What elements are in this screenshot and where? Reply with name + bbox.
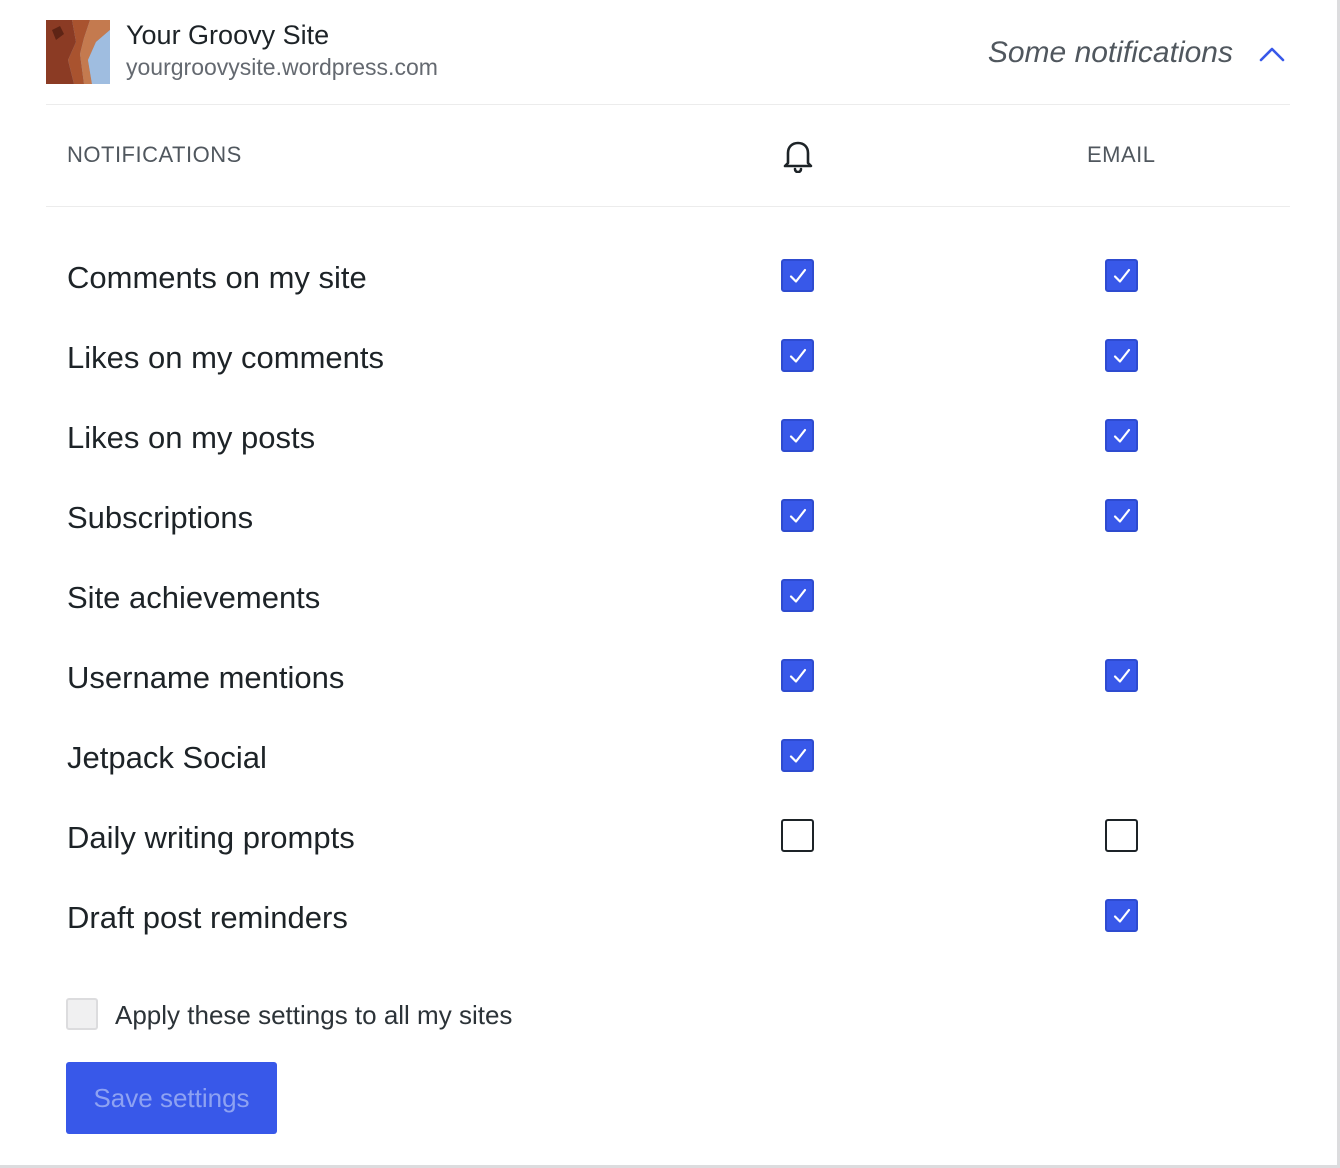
site-icon [46, 20, 110, 84]
email-checkbox[interactable] [1105, 819, 1138, 852]
site-name: Your Groovy Site [126, 20, 330, 50]
notification-row: Likes on my posts [0, 410, 1340, 470]
notification-row: Likes on my comments [0, 330, 1340, 390]
apply-all-label: Apply these settings to all my sites [115, 1000, 513, 1030]
email-checkbox[interactable] [1105, 899, 1138, 932]
notification-row-label: Jetpack Social [67, 740, 267, 775]
notification-row-label: Likes on my posts [67, 420, 316, 455]
checkmark-icon [1113, 348, 1130, 363]
checkmark-icon [789, 428, 806, 443]
column-header-notifications: NOTIFICATIONS [67, 142, 242, 167]
notification-row-label: Daily writing prompts [67, 820, 355, 855]
notification-row: Draft post reminders [0, 890, 1340, 950]
checkmark-icon [1113, 428, 1130, 443]
push-checkbox[interactable] [781, 739, 814, 772]
notification-row-label: Draft post reminders [67, 900, 348, 935]
columns-divider [46, 206, 1290, 207]
push-checkbox[interactable] [781, 419, 814, 452]
notification-row-label: Site achievements [67, 580, 321, 615]
notification-row: Comments on my site [0, 250, 1340, 310]
checkmark-icon [1113, 668, 1130, 683]
notification-row-label: Username mentions [67, 660, 345, 695]
collapse-toggle[interactable] [1258, 40, 1286, 68]
notification-row: Jetpack Social [0, 730, 1340, 790]
notification-row-label: Comments on my site [67, 260, 367, 295]
email-checkbox[interactable] [1105, 259, 1138, 292]
email-checkbox[interactable] [1105, 339, 1138, 372]
apply-all-checkbox[interactable] [66, 998, 98, 1030]
email-checkbox[interactable] [1105, 499, 1138, 532]
notification-row: Site achievements [0, 570, 1340, 630]
push-checkbox[interactable] [781, 339, 814, 372]
checkmark-icon [1113, 908, 1130, 923]
notification-row: Daily writing prompts [0, 810, 1340, 870]
notification-row: Username mentions [0, 650, 1340, 710]
header-divider [46, 104, 1290, 105]
chevron-up-icon [1259, 47, 1285, 62]
column-header-email: EMAIL [1087, 142, 1156, 167]
push-checkbox[interactable] [781, 499, 814, 532]
checkmark-icon [789, 268, 806, 283]
site-url: yourgroovysite.wordpress.com [126, 54, 438, 80]
notification-row-label: Likes on my comments [67, 340, 384, 375]
bell-icon [783, 141, 813, 173]
checkmark-icon [1113, 268, 1130, 283]
notification-row-label: Subscriptions [67, 500, 254, 535]
email-checkbox[interactable] [1105, 659, 1138, 692]
checkmark-icon [789, 348, 806, 363]
save-settings-button[interactable]: Save settings [66, 1062, 277, 1134]
checkmark-icon [789, 668, 806, 683]
push-checkbox[interactable] [781, 259, 814, 292]
email-checkbox[interactable] [1105, 419, 1138, 452]
notification-settings-panel: Your Groovy Site yourgroovysite.wordpres… [0, 0, 1340, 1168]
site-header[interactable]: Your Groovy Site yourgroovysite.wordpres… [46, 20, 1290, 84]
checkmark-icon [789, 748, 806, 763]
push-checkbox[interactable] [781, 579, 814, 612]
push-checkbox[interactable] [781, 659, 814, 692]
notification-row: Subscriptions [0, 490, 1340, 550]
checkmark-icon [789, 508, 806, 523]
checkmark-icon [1113, 508, 1130, 523]
notification-summary: Some notifications [987, 36, 1233, 69]
push-checkbox[interactable] [781, 819, 814, 852]
checkmark-icon [789, 588, 806, 603]
